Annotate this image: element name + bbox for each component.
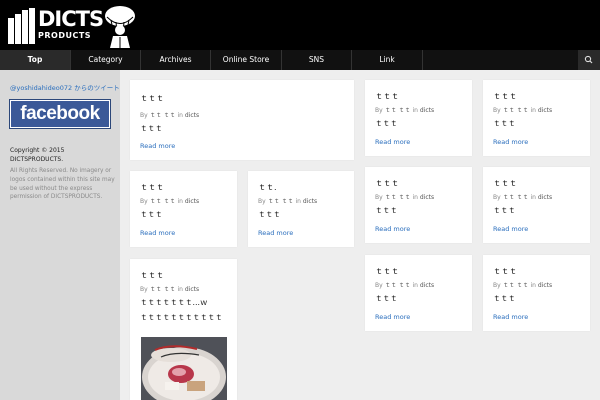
post-category[interactable]: dicts (420, 107, 434, 114)
post-card[interactable]: ｔｔｔ By ｔｔ ｔｔ in dicts ｔｔｔ Read more (130, 80, 354, 160)
post-excerpt: ｔｔｔ (493, 294, 516, 303)
site-header: DICTS PRODUCTS (0, 0, 600, 50)
read-more-link[interactable]: Read more (493, 138, 528, 146)
post-meta: By ｔｔ ｔｔ in dicts (140, 286, 200, 293)
post-title[interactable]: ｔｔｔ (493, 91, 517, 102)
facebook-badge[interactable]: facebook (9, 99, 111, 129)
post-title[interactable]: ｔｔｔ (375, 266, 399, 277)
copyright-text: Copyright © 2015 DICTSPRODUCTS. (10, 147, 65, 163)
read-more-link[interactable]: Read more (140, 229, 175, 237)
post-card[interactable]: ｔｔｔ By ｔｔ ｔｔ in dicts ｔｔｔ Read more (483, 167, 590, 243)
main-nav: Top Category Archives Online Store SNS L… (0, 50, 600, 70)
post-title[interactable]: ｔｔｔ (493, 266, 517, 277)
twitter-link[interactable]: @yoshidahideo072 からのツイート (10, 82, 120, 92)
nav-archives[interactable]: Archives (141, 50, 211, 70)
post-title[interactable]: ｔｔｔ (140, 270, 164, 281)
post-author[interactable]: ｔｔ ｔｔ (385, 282, 411, 289)
post-author[interactable]: ｔｔ ｔｔ (150, 112, 176, 119)
post-category[interactable]: dicts (538, 107, 552, 114)
post-author[interactable]: ｔｔ ｔｔ (150, 198, 176, 205)
post-excerpt: ｔｔｔ (493, 119, 516, 128)
search-icon (584, 55, 593, 64)
post-excerpt: ｔｔｔ (140, 210, 163, 219)
post-author[interactable]: ｔｔ ｔｔ (385, 194, 411, 201)
read-more-link[interactable]: Read more (375, 138, 410, 146)
post-category[interactable]: dicts (185, 198, 199, 205)
logo-word: DICTS (38, 7, 104, 31)
post-category[interactable]: dicts (420, 282, 434, 289)
read-more-link[interactable]: Read more (140, 142, 175, 150)
read-more-link[interactable]: Read more (375, 313, 410, 321)
read-more-link[interactable]: Read more (258, 229, 293, 237)
post-author[interactable]: ｔｔ ｔｔ (503, 194, 529, 201)
post-author[interactable]: ｔｔ ｔｔ (503, 282, 529, 289)
post-card[interactable]: ｔｔｔ By ｔｔ ｔｔ in dicts ｔｔｔ Read more (130, 171, 237, 247)
post-meta: By ｔｔ ｔｔ in dicts (493, 107, 553, 114)
post-category[interactable]: dicts (303, 198, 317, 205)
logo-subword: PRODUCTS (38, 31, 92, 40)
post-card[interactable]: ｔｔｔ By ｔｔ ｔｔ in dicts ｔｔｔ Read more (483, 80, 590, 156)
mascot-icon (105, 6, 135, 48)
post-meta: By ｔｔ ｔｔ in dicts (493, 194, 553, 201)
post-author[interactable]: ｔｔ ｔｔ (385, 107, 411, 114)
sidebar: @yoshidahideo072 からのツイート facebook Copyri… (0, 70, 120, 400)
post-category[interactable]: dicts (185, 286, 199, 293)
post-excerpt: ｔｔｔ (375, 119, 398, 128)
post-card[interactable]: ｔｔｔ By ｔｔ ｔｔ in dicts ｔｔｔ Read more (365, 80, 472, 156)
site-logo[interactable]: DICTS PRODUCTS (8, 6, 104, 46)
post-category[interactable]: dicts (420, 194, 434, 201)
post-author[interactable]: ｔｔ ｔｔ (503, 107, 529, 114)
post-meta: By ｔｔ ｔｔ in dicts (140, 198, 200, 205)
post-category[interactable]: dicts (185, 112, 199, 119)
post-card[interactable]: ｔｔ. By ｔｔ ｔｔ in dicts ｔｔｔ Read more (248, 171, 354, 247)
post-excerpt: ｔｔｔ (375, 294, 398, 303)
post-author[interactable]: ｔｔ ｔｔ (150, 286, 176, 293)
read-more-link[interactable]: Read more (493, 225, 528, 233)
post-photo[interactable] (141, 337, 227, 400)
post-meta: By ｔｔ ｔｔ in dicts (375, 282, 435, 289)
post-excerpt-line-2: ｔｔｔｔｔｔｔｔｔｔｔ (140, 313, 223, 322)
search-button[interactable] (578, 50, 600, 70)
post-meta: By ｔｔ ｔｔ in dicts (493, 282, 553, 289)
nav-category[interactable]: Category (71, 50, 141, 70)
post-title[interactable]: ｔｔｔ (140, 93, 164, 104)
post-title[interactable]: ｔｔｔ (140, 182, 164, 193)
post-excerpt: ｔｔｔ (375, 206, 398, 215)
post-excerpt: ｔｔｔ (258, 210, 281, 219)
post-author[interactable]: ｔｔ ｔｔ (268, 198, 294, 205)
nav-link[interactable]: Link (352, 50, 423, 70)
post-category[interactable]: dicts (538, 282, 552, 289)
nav-sns[interactable]: SNS (282, 50, 352, 70)
post-title[interactable]: ｔｔｔ (493, 178, 517, 189)
post-meta: By ｔｔ ｔｔ in dicts (375, 107, 435, 114)
read-more-link[interactable]: Read more (375, 225, 410, 233)
read-more-link[interactable]: Read more (493, 313, 528, 321)
post-card[interactable]: ｔｔｔ By ｔｔ ｔｔ in dicts ｔｔｔ Read more (365, 167, 472, 243)
post-meta: By ｔｔ ｔｔ in dicts (258, 198, 318, 205)
nav-online-store[interactable]: Online Store (211, 50, 282, 70)
post-excerpt: ｔｔｔ (140, 124, 163, 133)
post-card[interactable]: ｔｔｔ By ｔｔ ｔｔ in dicts ｔｔｔ Read more (365, 255, 472, 331)
post-excerpt: ｔｔｔｔｔｔｔ…ｗ (140, 298, 208, 307)
post-excerpt: ｔｔｔ (493, 206, 516, 215)
rights-text: All Rights Reserved. No imagery or logos… (10, 168, 115, 201)
post-meta: By ｔｔ ｔｔ in dicts (375, 194, 435, 201)
post-title[interactable]: ｔｔ. (258, 182, 277, 193)
post-meta: By ｔｔ ｔｔ in dicts (140, 112, 200, 119)
post-title[interactable]: ｔｔｔ (375, 178, 399, 189)
post-category[interactable]: dicts (538, 194, 552, 201)
post-card[interactable]: ｔｔｔ By ｔｔ ｔｔ in dicts ｔｔｔ Read more (483, 255, 590, 331)
logo-bars-icon (8, 8, 36, 44)
nav-top[interactable]: Top (0, 50, 71, 70)
post-title[interactable]: ｔｔｔ (375, 91, 399, 102)
